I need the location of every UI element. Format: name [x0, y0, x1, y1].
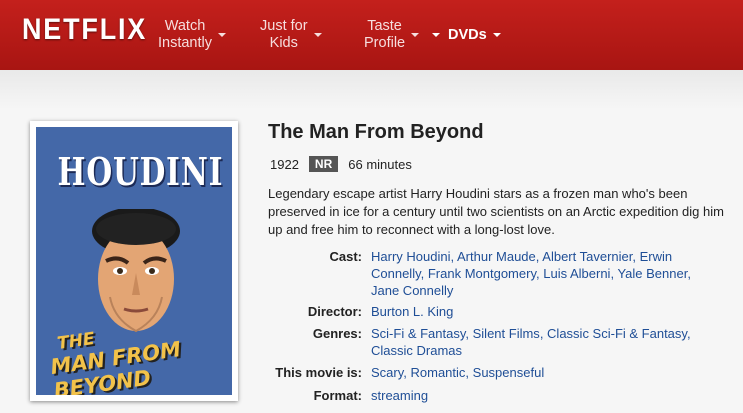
chevron-down-icon: [411, 33, 420, 37]
format-link[interactable]: streaming: [371, 388, 428, 403]
cast-link[interactable]: Frank Montgomery: [428, 266, 536, 281]
detail-values: Scary, Romantic, Suspenseful: [371, 365, 545, 380]
mood-link[interactable]: Scary: [371, 365, 403, 380]
nav-label-line1: Taste: [367, 18, 402, 34]
nav-watch-instantly[interactable]: Watch Instantly: [158, 0, 226, 70]
director-link[interactable]: Burton L. King: [371, 304, 453, 319]
detail-label: This movie is:: [275, 365, 362, 380]
nav-label-line1: Just for: [260, 18, 308, 34]
nav-dvds[interactable]: DVDs: [432, 0, 501, 70]
nav-label-line2: Kids: [269, 35, 298, 51]
top-nav-bar: NETFLIX Watch Instantly Just for Kids Ta…: [0, 0, 743, 70]
cast-link[interactable]: Albert Tavernier: [542, 249, 632, 264]
release-year: 1922: [270, 156, 299, 172]
poster-title-top: HOUDINI: [57, 149, 224, 194]
detail-values: streaming: [371, 387, 716, 404]
rating-badge: NR: [308, 156, 339, 172]
chevron-down-icon: [492, 33, 501, 37]
poster-title-bottom: THE MAN FROM BEYOND: [46, 309, 232, 395]
detail-values: Burton L. King: [371, 303, 716, 320]
poster-artwork: HOUDINI THE MAN FROM BEYOND: [36, 127, 232, 395]
nav-label-line2: Profile: [364, 35, 406, 51]
chevron-down-icon: [218, 33, 226, 37]
nav-label-line1: DVDs: [448, 26, 487, 43]
movie-title: The Man From Beyond: [268, 121, 484, 143]
nav-label-line2: Instantly: [158, 35, 212, 51]
movie-meta: 1922 NR 66 minutes: [270, 156, 412, 172]
detail-label: Format:: [313, 388, 362, 403]
cast-link[interactable]: Arthur Maude: [457, 249, 536, 264]
nav-just-for-kids[interactable]: Just for Kids: [260, 0, 322, 70]
nav-taste-profile[interactable]: Taste Profile: [364, 0, 420, 70]
genre-link[interactable]: Classic Dramas: [371, 343, 462, 358]
movie-poster[interactable]: HOUDINI THE MAN FROM BEYOND: [30, 121, 238, 401]
detail-values: Harry Houdini, Arthur Maude, Albert Tave…: [371, 249, 691, 298]
detail-label: Cast:: [329, 249, 362, 264]
chevron-down-icon: [313, 33, 322, 37]
detail-label: Director:: [307, 304, 362, 319]
chevron-down-icon: [432, 33, 440, 37]
nav-label-line1: Watch: [164, 18, 206, 34]
mood-link[interactable]: Suspenseful: [473, 365, 545, 380]
duration: 66 minutes: [348, 156, 412, 172]
cast-link[interactable]: Luis Alberni: [543, 266, 610, 281]
detail-values: Sci-Fi & Fantasy, Silent Films, Classic …: [371, 326, 691, 358]
genre-link[interactable]: Sci-Fi & Fantasy: [371, 326, 465, 341]
synopsis: Legendary escape artist Harry Houdini st…: [268, 186, 724, 237]
genre-link[interactable]: Classic Sci-Fi & Fantasy: [547, 326, 687, 341]
genre-link[interactable]: Silent Films: [473, 326, 540, 341]
cast-link[interactable]: Harry Houdini: [371, 249, 450, 264]
netflix-logo[interactable]: NETFLIX: [22, 13, 147, 47]
detail-label: Genres:: [312, 326, 362, 341]
cast-link[interactable]: Yale Benner: [617, 266, 687, 281]
cast-link[interactable]: Jane Connelly: [371, 283, 453, 298]
mood-link[interactable]: Romantic: [411, 365, 466, 380]
